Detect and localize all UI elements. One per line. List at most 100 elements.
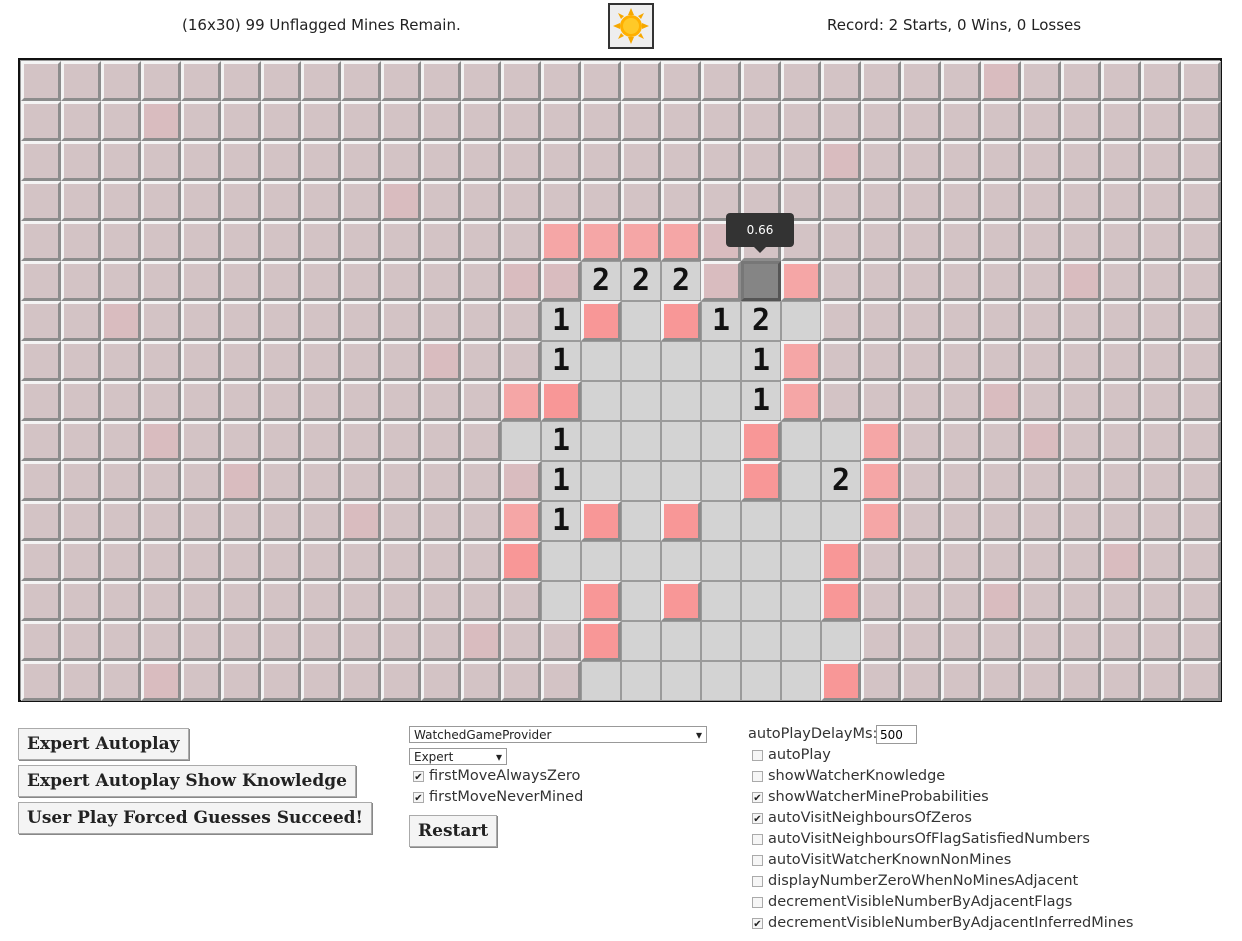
number-cell[interactable]: 2 — [821, 461, 861, 501]
hidden-cell[interactable] — [181, 421, 221, 461]
opened-cell[interactable] — [541, 581, 581, 621]
hidden-cell[interactable] — [941, 421, 981, 461]
opened-cell[interactable] — [701, 661, 741, 701]
hidden-cell[interactable] — [941, 621, 981, 661]
hidden-cell[interactable] — [461, 461, 501, 501]
hidden-cell[interactable] — [181, 581, 221, 621]
hidden-cell[interactable] — [181, 341, 221, 381]
hidden-cell[interactable] — [1101, 461, 1141, 501]
opened-cell[interactable] — [741, 621, 781, 661]
hidden-cell[interactable] — [1061, 141, 1101, 181]
hidden-cell[interactable] — [1181, 661, 1221, 701]
hidden-cell[interactable] — [1181, 181, 1221, 221]
opened-cell[interactable] — [701, 621, 741, 661]
sun-face-button[interactable] — [608, 3, 654, 49]
hidden-cell[interactable] — [341, 141, 381, 181]
hidden-cell[interactable] — [1141, 341, 1181, 381]
hidden-cell[interactable] — [981, 61, 1021, 101]
hidden-cell[interactable] — [1181, 141, 1221, 181]
hidden-cell[interactable] — [181, 461, 221, 501]
opened-cell[interactable] — [781, 461, 821, 501]
hidden-cell[interactable] — [381, 61, 421, 101]
hidden-cell[interactable] — [501, 301, 541, 341]
hidden-cell[interactable] — [621, 61, 661, 101]
hidden-cell[interactable] — [21, 141, 61, 181]
hidden-cell[interactable] — [981, 101, 1021, 141]
hidden-cell[interactable] — [1061, 501, 1101, 541]
number-cell[interactable]: 1 — [541, 341, 581, 381]
opened-cell[interactable] — [661, 341, 701, 381]
hidden-cell[interactable] — [61, 541, 101, 581]
opened-cell[interactable] — [621, 661, 661, 701]
hidden-cell[interactable] — [301, 141, 341, 181]
hidden-cell[interactable] — [381, 581, 421, 621]
hidden-cell[interactable] — [341, 381, 381, 421]
hidden-cell[interactable] — [261, 501, 301, 541]
hidden-cell[interactable] — [421, 101, 461, 141]
hidden-cell[interactable] — [1101, 661, 1141, 701]
number-cell[interactable]: 1 — [701, 301, 741, 341]
hidden-cell[interactable] — [461, 261, 501, 301]
hidden-cell[interactable] — [461, 621, 501, 661]
hidden-cell[interactable] — [981, 421, 1021, 461]
hidden-cell[interactable] — [821, 581, 861, 621]
hidden-cell[interactable] — [1181, 101, 1221, 141]
hidden-cell[interactable] — [61, 221, 101, 261]
opened-cell[interactable] — [781, 621, 821, 661]
hidden-cell[interactable] — [821, 541, 861, 581]
hidden-cell[interactable] — [261, 61, 301, 101]
hidden-cell[interactable] — [1021, 141, 1061, 181]
hidden-cell[interactable] — [141, 301, 181, 341]
hidden-cell[interactable] — [661, 61, 701, 101]
hidden-cell[interactable] — [341, 341, 381, 381]
hidden-cell[interactable] — [301, 621, 341, 661]
hidden-cell[interactable] — [701, 101, 741, 141]
hidden-cell[interactable] — [1061, 261, 1101, 301]
hidden-cell[interactable] — [901, 101, 941, 141]
hidden-cell[interactable] — [141, 61, 181, 101]
hidden-cell[interactable] — [461, 381, 501, 421]
hidden-cell[interactable] — [501, 261, 541, 301]
hidden-cell[interactable] — [381, 181, 421, 221]
number-cell[interactable]: 2 — [741, 301, 781, 341]
hidden-cell[interactable] — [1061, 661, 1101, 701]
hidden-cell[interactable] — [1181, 61, 1221, 101]
hidden-cell[interactable] — [421, 301, 461, 341]
hidden-cell[interactable] — [1141, 581, 1181, 621]
hidden-cell[interactable] — [101, 301, 141, 341]
hidden-cell[interactable] — [341, 221, 381, 261]
hidden-cell[interactable] — [581, 621, 621, 661]
hidden-cell[interactable] — [901, 501, 941, 541]
hidden-cell[interactable] — [261, 461, 301, 501]
hidden-cell[interactable] — [821, 661, 861, 701]
checkbox-unchecked[interactable] — [752, 770, 763, 782]
hidden-cell[interactable] — [421, 581, 461, 621]
hidden-cell[interactable] — [941, 141, 981, 181]
hidden-cell[interactable] — [141, 221, 181, 261]
number-cell[interactable]: 1 — [541, 301, 581, 341]
hidden-cell[interactable] — [541, 621, 581, 661]
hidden-cell[interactable] — [781, 341, 821, 381]
hidden-cell[interactable] — [301, 581, 341, 621]
hidden-cell[interactable] — [581, 141, 621, 181]
hidden-cell[interactable] — [1141, 381, 1181, 421]
hidden-cell[interactable] — [101, 541, 141, 581]
autoplay-option-row[interactable]: ✔ autoVisitNeighboursOfZeros — [752, 810, 972, 826]
hidden-cell[interactable] — [141, 501, 181, 541]
hidden-cell[interactable] — [21, 501, 61, 541]
hidden-cell[interactable] — [541, 221, 581, 261]
hidden-cell[interactable] — [501, 541, 541, 581]
hidden-cell[interactable] — [501, 621, 541, 661]
hidden-cell[interactable] — [501, 461, 541, 501]
hidden-cell[interactable] — [1141, 101, 1181, 141]
opened-cell[interactable] — [701, 421, 741, 461]
hidden-cell[interactable] — [941, 301, 981, 341]
hidden-cell[interactable] — [661, 581, 701, 621]
hidden-cell[interactable] — [941, 101, 981, 141]
hidden-cell[interactable] — [421, 341, 461, 381]
hidden-cell[interactable] — [1061, 621, 1101, 661]
opened-cell[interactable] — [621, 541, 661, 581]
hidden-cell[interactable] — [581, 101, 621, 141]
hidden-cell[interactable] — [941, 661, 981, 701]
hidden-cell[interactable] — [221, 381, 261, 421]
